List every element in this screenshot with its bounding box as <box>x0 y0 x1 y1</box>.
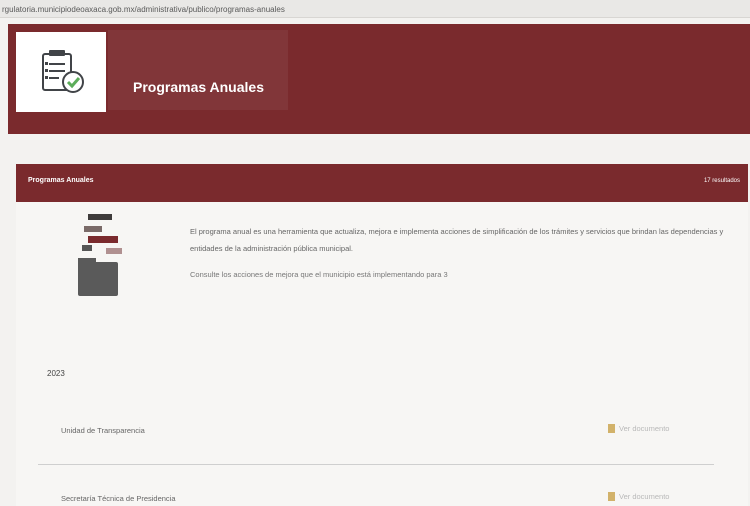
dependency-label: Secretaría Técnica de Presidencia <box>61 494 176 503</box>
card-header: Programas Anuales 17 resultados <box>16 164 748 202</box>
list-item: Secretaría Técnica de Presidencia Ver do… <box>38 484 714 506</box>
view-document-link[interactable]: Ver documento <box>608 424 669 433</box>
row-divider <box>38 464 714 465</box>
checklist-icon <box>42 50 84 93</box>
page-title: Programas Anuales <box>133 79 264 95</box>
results-count: 17 resultados <box>703 178 740 184</box>
view-document-link[interactable]: Ver documento <box>608 492 669 501</box>
hero-icon-container <box>16 32 106 112</box>
url-text: rgulatoria.municipiodeoaxaca.gob.mx/admi… <box>2 5 285 14</box>
intro-text-2: Consulte los acciones de mejora que el m… <box>190 270 448 279</box>
intro-text: El programa anual es una herramienta que… <box>190 227 724 253</box>
documents-folder-icon <box>78 214 122 296</box>
hero-overlay <box>108 30 288 110</box>
year-heading: 2023 <box>47 369 65 378</box>
document-icon <box>608 424 615 433</box>
card-header-title: Programas Anuales <box>28 177 94 184</box>
list-item: Unidad de Transparencia Ver documento <box>38 416 714 442</box>
document-icon <box>608 492 615 501</box>
browser-url-bar[interactable]: rgulatoria.municipiodeoaxaca.gob.mx/admi… <box>0 0 750 18</box>
programas-card: Programas Anuales 17 resultados El progr… <box>16 164 748 506</box>
dependency-label: Unidad de Transparencia <box>61 426 145 435</box>
hero-banner: Programas Anuales <box>8 24 750 134</box>
